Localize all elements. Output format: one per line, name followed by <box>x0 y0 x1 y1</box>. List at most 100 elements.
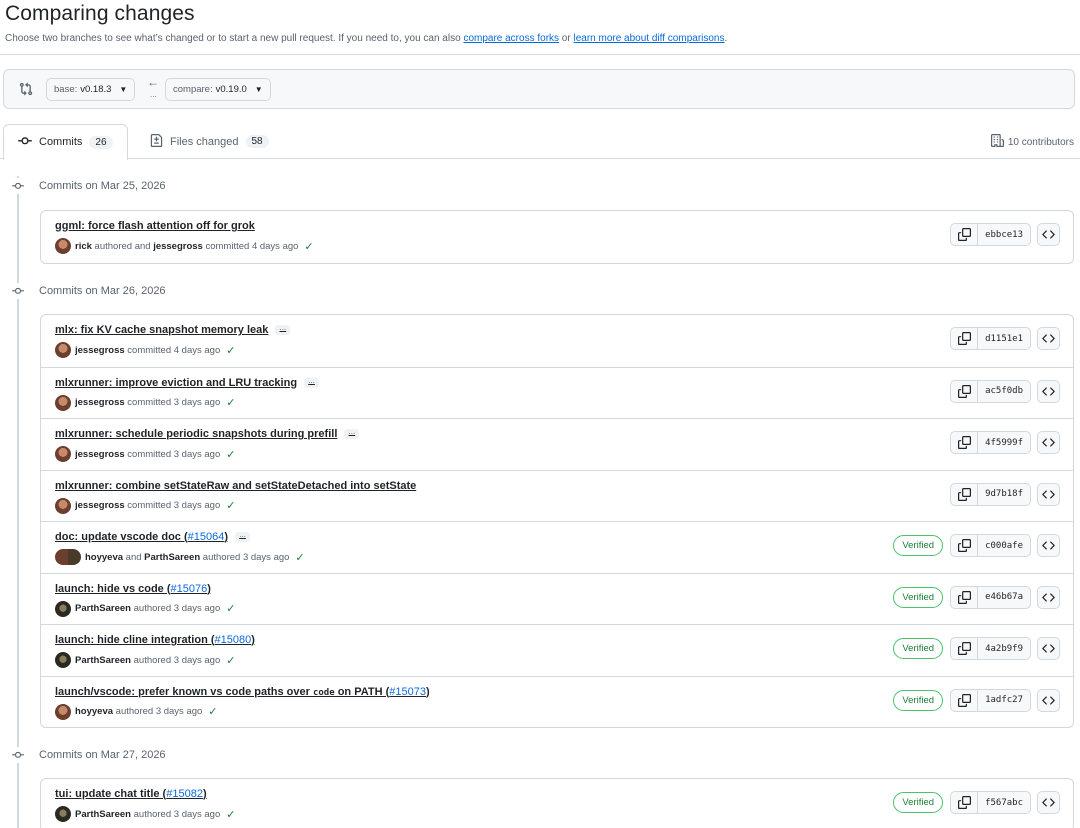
commit-message-link[interactable]: mlxrunner: schedule periodic snapshots d… <box>55 428 360 440</box>
avatar[interactable] <box>55 394 71 411</box>
browse-code-icon[interactable] <box>1037 379 1060 403</box>
verified-badge[interactable]: Verified <box>893 689 944 711</box>
commit-message-link[interactable]: mlxrunner: combine setStateRaw and setSt… <box>55 480 416 492</box>
expand-message-button[interactable]: ... <box>235 531 251 542</box>
commit-message-link[interactable]: launch: hide cline integration (#15080) <box>55 634 255 646</box>
browse-code-icon[interactable] <box>1037 534 1060 557</box>
avatar[interactable] <box>55 600 71 617</box>
tab-files-changed[interactable]: Files changed 58 <box>136 124 283 159</box>
compare-across-forks-link[interactable]: compare across forks <box>463 33 559 44</box>
base-branch-select[interactable]: base: v0.18.3 ▼ <box>46 78 136 101</box>
check-icon[interactable]: ✓ <box>226 602 235 615</box>
check-icon[interactable]: ✓ <box>295 551 304 564</box>
compare-branch-select[interactable]: compare: v0.19.0 ▼ <box>165 78 271 101</box>
commit-sha-link[interactable]: c000afe <box>977 534 1031 557</box>
committer-link[interactable]: jessegross <box>153 241 203 252</box>
browse-code-icon[interactable] <box>1037 327 1060 350</box>
commit-sha-link[interactable]: 1adfc27 <box>977 688 1031 712</box>
avatar[interactable] <box>55 806 71 822</box>
file-diff-icon <box>150 133 163 150</box>
check-icon[interactable]: ✓ <box>226 344 235 357</box>
commit-sha-link[interactable]: 4a2b9f9 <box>977 637 1031 660</box>
author-link[interactable]: ParthSareen <box>75 603 131 614</box>
browse-code-icon[interactable] <box>1037 791 1060 814</box>
browse-code-icon[interactable] <box>1037 482 1060 506</box>
commit-message-link[interactable]: ggml: force flash attention off for grok <box>55 220 255 232</box>
copy-icon[interactable] <box>950 379 979 403</box>
browse-code-icon[interactable] <box>1037 637 1060 660</box>
browse-code-icon[interactable] <box>1037 223 1060 246</box>
copy-icon[interactable] <box>950 688 979 712</box>
pull-request-link[interactable]: #15073 <box>389 686 426 698</box>
contributors-link[interactable]: 10 contributors <box>990 134 1074 150</box>
commit-message-link[interactable]: doc: update vscode doc (#15064)... <box>55 531 251 543</box>
commit-sha-link[interactable]: d1151e1 <box>977 327 1031 350</box>
copy-icon[interactable] <box>950 431 979 454</box>
commit-sha-link[interactable]: f567abc <box>977 791 1031 814</box>
pull-request-link[interactable]: #15076 <box>171 583 208 595</box>
author-link[interactable]: rick <box>75 241 92 252</box>
commit-sha-link[interactable]: ac5f0db <box>977 379 1031 403</box>
avatar[interactable] <box>55 342 71 358</box>
check-icon[interactable]: ✓ <box>226 808 235 821</box>
expand-message-button[interactable]: ... <box>304 376 320 388</box>
page-title: Comparing changes <box>5 2 195 25</box>
tab-commits[interactable]: Commits 26 <box>3 124 128 160</box>
expand-message-button[interactable]: ... <box>275 324 291 335</box>
git-commit-icon <box>10 285 26 297</box>
avatar[interactable] <box>55 238 71 254</box>
author-link[interactable]: jessegross <box>75 500 125 511</box>
author-link[interactable]: jessegross <box>75 397 125 408</box>
check-icon[interactable]: ✓ <box>208 705 217 718</box>
author-link[interactable]: jessegross <box>75 345 125 356</box>
commit-sha-link[interactable]: ebbce13 <box>977 223 1031 246</box>
author-link[interactable]: ParthSareen <box>75 655 131 666</box>
copy-icon[interactable] <box>950 791 979 814</box>
check-icon[interactable]: ✓ <box>226 499 235 512</box>
browse-code-icon[interactable] <box>1037 585 1060 609</box>
author-link[interactable]: jessegross <box>75 449 125 460</box>
commit-message-link[interactable]: mlx: fix KV cache snapshot memory leak..… <box>55 324 291 336</box>
pull-request-link[interactable]: #15064 <box>188 531 225 543</box>
commit-sha-link[interactable]: 4f5999f <box>977 431 1031 454</box>
learn-more-link[interactable]: learn more about diff comparisons <box>573 33 724 44</box>
pull-request-link[interactable]: #15082 <box>166 788 203 800</box>
commit-message-link[interactable]: tui: update chat title (#15082) <box>55 788 207 800</box>
commit-message-link[interactable]: launch/vscode: prefer known vs code path… <box>55 686 430 698</box>
commit-row: mlxrunner: improve eviction and LRU trac… <box>41 366 1073 419</box>
author-link[interactable]: hoyyeva <box>85 552 123 563</box>
author-link[interactable]: hoyyeva <box>75 706 113 717</box>
commit-sha-link[interactable]: 9d7b18f <box>977 482 1031 506</box>
expand-message-button[interactable]: ... <box>344 428 360 439</box>
copy-icon[interactable] <box>950 534 979 557</box>
commit-message-link[interactable]: mlxrunner: improve eviction and LRU trac… <box>55 376 320 389</box>
commit-message-link[interactable]: launch: hide vs code (#15076) <box>55 583 211 595</box>
avatar[interactable] <box>55 497 71 514</box>
check-icon[interactable]: ✓ <box>226 396 235 409</box>
tab-files-label: Files changed <box>170 135 239 148</box>
avatar[interactable] <box>55 446 71 462</box>
copy-icon[interactable] <box>950 327 979 350</box>
verified-badge[interactable]: Verified <box>893 535 944 556</box>
copy-icon[interactable] <box>950 585 979 609</box>
copy-icon[interactable] <box>950 223 979 246</box>
pull-request-link[interactable]: #15080 <box>215 634 252 646</box>
committer-link[interactable]: ParthSareen <box>144 552 200 563</box>
avatar[interactable] <box>55 652 71 668</box>
browse-code-icon[interactable] <box>1037 688 1060 712</box>
verified-badge[interactable]: Verified <box>893 792 944 813</box>
avatar[interactable] <box>55 549 81 565</box>
check-icon[interactable]: ✓ <box>226 448 235 461</box>
caret-down-icon: ▼ <box>254 85 263 94</box>
avatar[interactable] <box>55 703 71 720</box>
verified-badge[interactable]: Verified <box>893 638 944 659</box>
verified-badge[interactable]: Verified <box>893 586 944 608</box>
check-icon[interactable]: ✓ <box>226 654 235 667</box>
check-icon[interactable]: ✓ <box>304 240 313 253</box>
commit-sha-link[interactable]: e46b67a <box>977 585 1031 609</box>
author-link[interactable]: ParthSareen <box>75 809 131 820</box>
commits-counter: 26 <box>89 135 113 149</box>
browse-code-icon[interactable] <box>1037 431 1060 454</box>
copy-icon[interactable] <box>950 637 979 660</box>
copy-icon[interactable] <box>950 482 979 506</box>
